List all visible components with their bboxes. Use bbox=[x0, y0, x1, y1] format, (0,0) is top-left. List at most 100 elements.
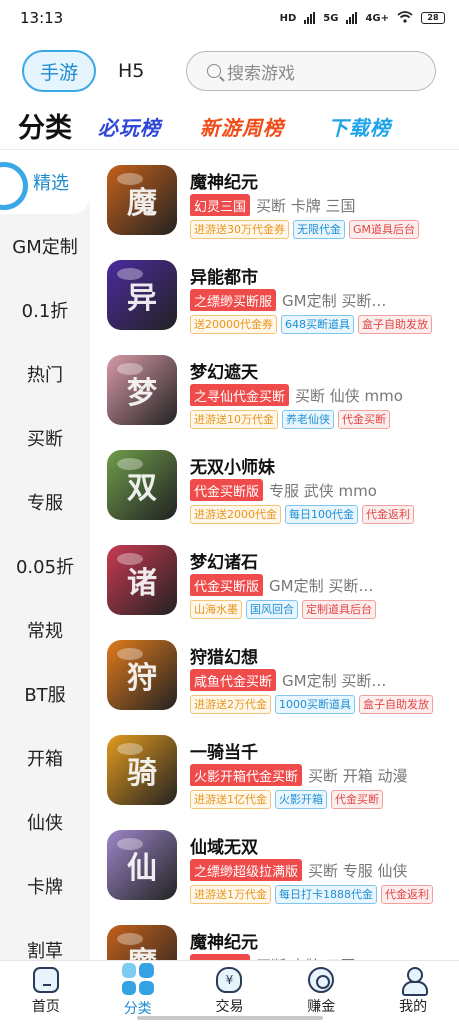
feature-tag: 进游送1亿代金 bbox=[190, 790, 271, 809]
game-title: 狩猎幻想 bbox=[190, 648, 258, 668]
game-title: 仙域无双 bbox=[190, 838, 258, 858]
cyber-icon[interactable]: 异 bbox=[107, 260, 177, 330]
sidebar-item-label: 开箱 bbox=[27, 749, 63, 770]
feature-tag: 定制道具后台 bbox=[302, 600, 376, 619]
version-badge: 火影开箱代金买断 bbox=[190, 764, 303, 786]
feature-tag: 进游送2000代金 bbox=[190, 505, 281, 524]
game-meta: 幻灵三国买断 卡牌 三国 bbox=[190, 194, 452, 216]
signal-icon-2 bbox=[346, 12, 358, 24]
game-keywords: 买断 卡牌 三国 bbox=[256, 196, 356, 215]
game-keywords: GM定制 买断… bbox=[269, 576, 374, 595]
warrior-icon[interactable]: 魔 bbox=[107, 925, 177, 960]
home-indicator bbox=[137, 1016, 323, 1020]
top-tabs: 手游 H5 搜索游戏 bbox=[0, 48, 459, 96]
battery-icon: 28 bbox=[421, 12, 445, 24]
status-bar: 13:13 HD 5G 4G+ 28 bbox=[0, 0, 459, 36]
feature-tag: 盒子自助发放 bbox=[358, 315, 432, 334]
sidebar-item[interactable]: 仙侠 bbox=[0, 790, 90, 854]
search-input[interactable]: 搜索游戏 bbox=[186, 51, 436, 91]
feature-tag: 养老仙侠 bbox=[282, 410, 334, 429]
game-title: 异能都市 bbox=[190, 268, 258, 288]
feature-tag: 国风回合 bbox=[246, 600, 298, 619]
feature-tag: GM道具后台 bbox=[349, 220, 420, 239]
game-title: 梦幻遮天 bbox=[190, 363, 258, 383]
money-bag-icon: ¥ bbox=[216, 967, 243, 993]
feature-tag: 代金买断 bbox=[338, 410, 390, 429]
monster-icon[interactable]: 狩 bbox=[107, 640, 177, 710]
nav-trade-label: 交易 bbox=[215, 999, 244, 1015]
game-title: 无双小师妹 bbox=[190, 458, 275, 478]
nav-profile[interactable]: 我的 bbox=[367, 961, 459, 1024]
rank-downloads[interactable]: 下载榜 bbox=[328, 112, 391, 141]
girl-icon[interactable]: 双 bbox=[107, 450, 177, 520]
warrior-icon[interactable]: 魔 bbox=[107, 165, 177, 235]
category-sidebar[interactable]: 精选 GM定制 0.1折热门 买断专服 0.05折常规 BT服开箱仙侠卡牌 割草 bbox=[0, 150, 90, 960]
game-tags: 送20000代金券 648买断道具 盒子自助发放 bbox=[190, 315, 432, 334]
sidebar-item[interactable]: 热门 bbox=[0, 342, 90, 406]
user-icon bbox=[400, 967, 429, 996]
sidebar-item-label: 精选 bbox=[33, 173, 69, 194]
nav-home[interactable]: 首页 bbox=[0, 961, 92, 1024]
game-row[interactable]: 魔魔神纪元 幻灵三国 买断 卡牌 三国 进游送30万代金券 无限代金 GM道具后台 bbox=[90, 150, 459, 245]
game-row[interactable]: 异异能都市 之缥缈买断服 GM定制 买断… 送20000代金券 648买断道具 盒子自助发… bbox=[90, 245, 459, 340]
game-row[interactable]: 骑一骑当千 火影开箱代金买断 买断 开箱 动漫 进游送1亿代金 火影开箱 代金买断 bbox=[90, 720, 459, 815]
game-row[interactable]: 诸梦幻诸石 代金买断版 GM定制 买断… 山海水墨 国风回合 定制道具后台 bbox=[90, 530, 459, 625]
nav-category[interactable]: 分类 bbox=[92, 961, 184, 1024]
ninja-icon[interactable]: 骑 bbox=[107, 735, 177, 805]
game-tags: 进游送1万代金 每日打卡1888代金 代金返利 bbox=[190, 885, 433, 904]
nav-home-label: 首页 bbox=[31, 999, 60, 1015]
sidebar-item[interactable]: 割草 bbox=[0, 918, 90, 960]
sidebar-item-label: 专服 bbox=[27, 493, 63, 514]
sidebar-item[interactable]: 0.1折 bbox=[0, 278, 90, 342]
feature-tag: 代金返利 bbox=[362, 505, 414, 524]
sidebar-item[interactable]: 买断 bbox=[0, 406, 90, 470]
sidebar-item-label: 常规 bbox=[27, 621, 63, 642]
tab-h5[interactable]: H5 bbox=[118, 60, 144, 82]
game-list[interactable]: 魔魔神纪元 幻灵三国 买断 卡牌 三国 进游送30万代金券 无限代金 GM道具后台异异能都… bbox=[90, 150, 459, 960]
signal-icon bbox=[304, 12, 316, 24]
feature-tag: 进游送30万代金券 bbox=[190, 220, 289, 239]
status-icons: HD 5G 4G+ 28 bbox=[280, 10, 445, 26]
version-badge: 之缥缈买断服 bbox=[190, 289, 277, 311]
sidebar-item-label: 0.1折 bbox=[21, 301, 69, 322]
game-row[interactable]: 狩狩猎幻想 咸鱼代金买断 GM定制 买断… 进游送2万代金 1000买断道具 盒子自助发放 bbox=[90, 625, 459, 720]
fairy-icon[interactable]: 梦 bbox=[107, 355, 177, 425]
game-row[interactable]: 魔魔神纪元幻灵三国买断 卡牌 三国 bbox=[90, 910, 459, 960]
tab-mobile-games[interactable]: 手游 bbox=[22, 50, 96, 92]
game-tags: 进游送1亿代金 火影开箱 代金买断 bbox=[190, 790, 383, 809]
sidebar-item-label: 仙侠 bbox=[27, 813, 63, 834]
nav-trade[interactable]: ¥ 交易 bbox=[184, 961, 276, 1024]
sidebar-item[interactable]: 0.05折 bbox=[0, 534, 90, 598]
sidebar-item[interactable]: 开箱 bbox=[0, 726, 90, 790]
game-keywords: GM定制 买断… bbox=[282, 671, 387, 690]
game-keywords: 买断 开箱 动漫 bbox=[308, 766, 408, 785]
nav-earn[interactable]: 赚金 bbox=[275, 961, 367, 1024]
sidebar-item[interactable]: GM定制 bbox=[0, 214, 90, 278]
immortal-icon[interactable]: 仙 bbox=[107, 830, 177, 900]
version-badge: 之缥缈超级拉满版 bbox=[190, 859, 303, 881]
game-tags: 进游送30万代金券 无限代金 GM道具后台 bbox=[190, 220, 420, 239]
game-row[interactable]: 仙仙域无双 之缥缈超级拉满版 买断 专服 仙侠 进游送1万代金 每日打卡1888代金 代金… bbox=[90, 815, 459, 910]
coin-icon bbox=[308, 967, 335, 993]
feature-tag: 代金返利 bbox=[381, 885, 433, 904]
game-keywords: 专服 武侠 mmo bbox=[269, 481, 377, 500]
game-title: 魔神纪元 bbox=[190, 933, 258, 953]
mask-icon[interactable]: 诸 bbox=[107, 545, 177, 615]
sidebar-item[interactable]: 常规 bbox=[0, 598, 90, 662]
game-row[interactable]: 双无双小师妹 代金买断版 专服 武侠 mmo 进游送2000代金 每日100代金 代金返利 bbox=[90, 435, 459, 530]
feature-tag: 进游送10万代金 bbox=[190, 410, 278, 429]
sidebar-item[interactable]: 精选 bbox=[0, 150, 90, 214]
sidebar-item[interactable]: BT服 bbox=[0, 662, 90, 726]
version-badge: 代金买断版 bbox=[190, 479, 264, 501]
game-tags: 进游送2万代金 1000买断道具 盒子自助发放 bbox=[190, 695, 433, 714]
home-icon bbox=[32, 967, 59, 993]
sidebar-item[interactable]: 卡牌 bbox=[0, 854, 90, 918]
feature-tag: 648买断道具 bbox=[281, 315, 354, 334]
rank-new-weekly[interactable]: 新游周榜 bbox=[200, 112, 284, 141]
feature-tag: 1000买断道具 bbox=[275, 695, 355, 714]
sidebar-item[interactable]: 专服 bbox=[0, 470, 90, 534]
rank-must-play[interactable]: 必玩榜 bbox=[98, 112, 161, 141]
version-badge: 幻灵三国 bbox=[190, 194, 251, 216]
game-meta: 代金买断版 GM定制 买断… bbox=[190, 574, 452, 596]
game-row[interactable]: 梦梦幻遮天 之寻仙代金买断 买断 仙侠 mmo 进游送10万代金 养老仙侠 代金买断 bbox=[90, 340, 459, 435]
